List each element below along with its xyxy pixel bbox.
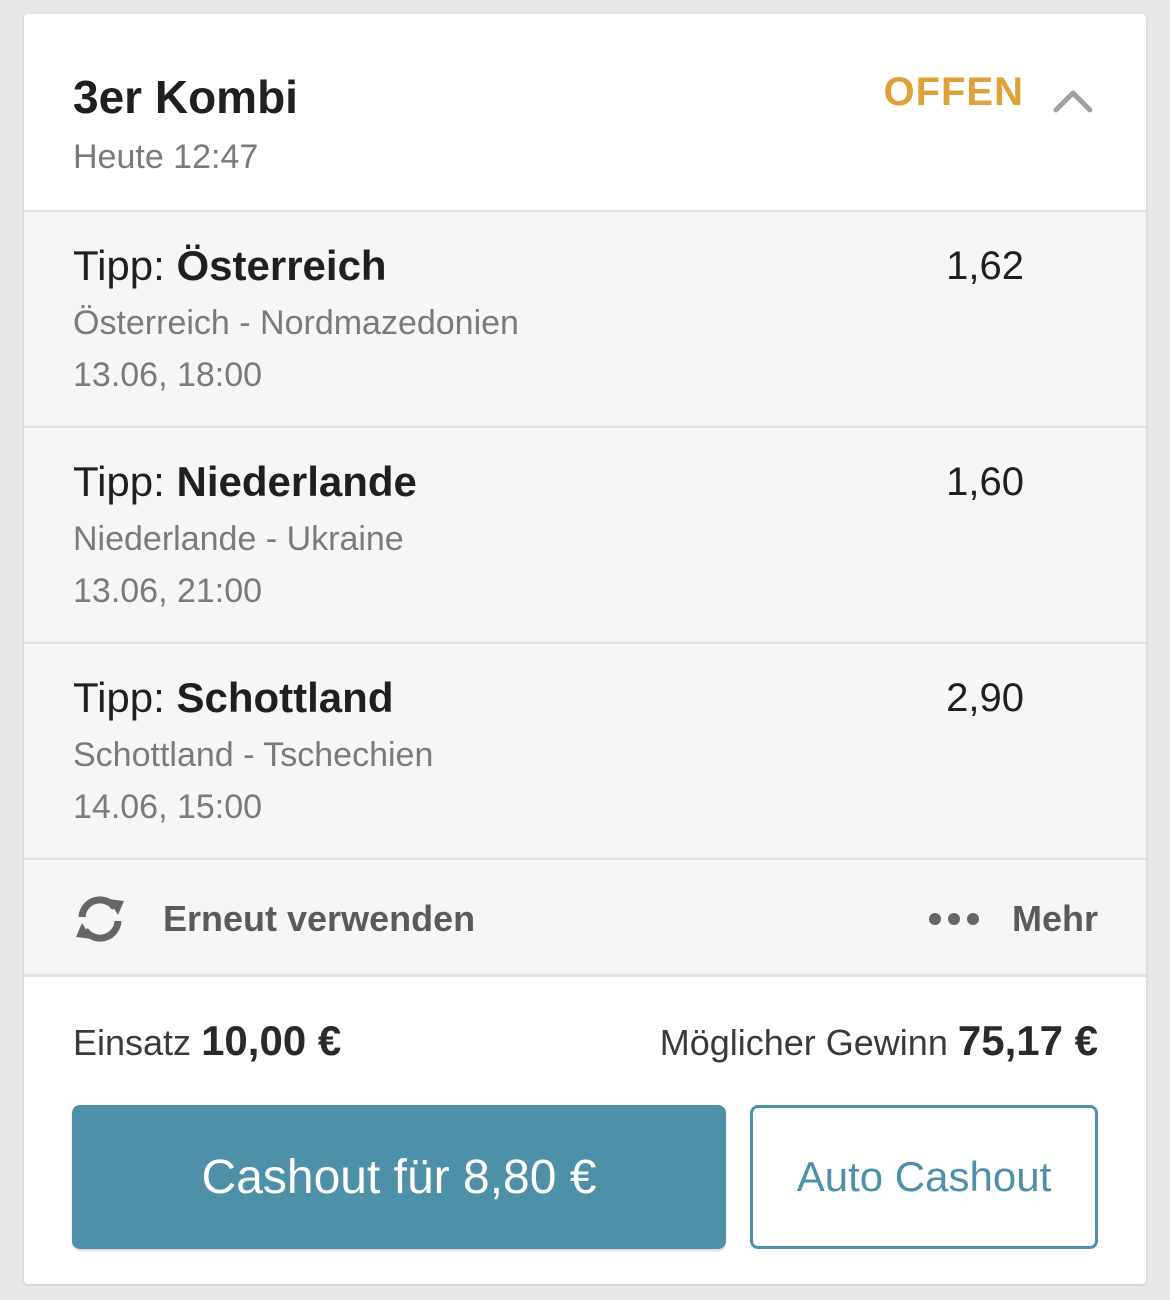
selection-match: Niederlande - Ukraine xyxy=(73,520,404,558)
selection-date: 13.06, 21:00 xyxy=(73,572,263,610)
tip-team: Niederlande xyxy=(176,458,417,505)
status-badge: OFFEN xyxy=(883,70,1024,114)
selection-match: Schottland - Tschechien xyxy=(73,736,434,774)
win-value: 75,17 € xyxy=(957,1017,1098,1064)
selection-date: 13.06, 18:00 xyxy=(73,356,263,394)
tip-team: Schottland xyxy=(176,674,394,721)
bet-header[interactable]: 3er Kombi Heute 12:47 OFFEN xyxy=(24,14,1146,212)
chevron-up-icon[interactable] xyxy=(1052,86,1094,114)
tip-prefix: Tipp: xyxy=(73,242,177,289)
tip-team: Österreich xyxy=(176,242,387,289)
bet-summary: Einsatz 10,00 € Möglicher Gewinn 75,17 €… xyxy=(24,977,1146,1284)
selection-item: Tipp: Schottland 2,90 Schottland - Tsche… xyxy=(24,644,1146,860)
more-button[interactable]: Mehr xyxy=(1012,898,1098,940)
selection-tip: Tipp: Österreich xyxy=(73,242,387,290)
possible-win-info: Möglicher Gewinn 75,17 € xyxy=(660,1017,1098,1065)
selection-tip: Tipp: Niederlande xyxy=(73,458,417,506)
stake-info: Einsatz 10,00 € xyxy=(73,1017,341,1065)
win-label: Möglicher Gewinn xyxy=(659,1022,948,1063)
reuse-button[interactable]: Erneut verwenden xyxy=(163,898,475,940)
actions-bar: Erneut verwenden Mehr xyxy=(24,860,1146,977)
refresh-icon[interactable] xyxy=(72,891,128,947)
cashout-button[interactable]: Cashout für 8,80 € xyxy=(72,1105,726,1249)
selection-item: Tipp: Niederlande 1,60 Niederlande - Ukr… xyxy=(24,428,1146,644)
auto-cashout-button[interactable]: Auto Cashout xyxy=(750,1105,1098,1249)
tip-prefix: Tipp: xyxy=(73,674,177,721)
selection-odds: 2,90 xyxy=(946,676,1024,720)
bet-time: Heute 12:47 xyxy=(73,138,259,176)
selection-date: 14.06, 15:00 xyxy=(73,788,263,826)
tip-prefix: Tipp: xyxy=(73,458,177,505)
stake-label: Einsatz xyxy=(73,1022,192,1063)
selection-match: Österreich - Nordmazedonien xyxy=(73,304,519,342)
more-dots-icon[interactable] xyxy=(928,912,980,926)
selection-tip: Tipp: Schottland xyxy=(73,674,393,722)
selection-item: Tipp: Österreich 1,62 Österreich - Nordm… xyxy=(24,212,1146,428)
bet-card: 3er Kombi Heute 12:47 OFFEN Tipp: Österr… xyxy=(24,14,1146,1284)
bet-title: 3er Kombi xyxy=(73,71,298,123)
stake-value: 10,00 € xyxy=(201,1017,342,1064)
selection-odds: 1,62 xyxy=(946,244,1024,288)
selection-odds: 1,60 xyxy=(946,460,1024,504)
